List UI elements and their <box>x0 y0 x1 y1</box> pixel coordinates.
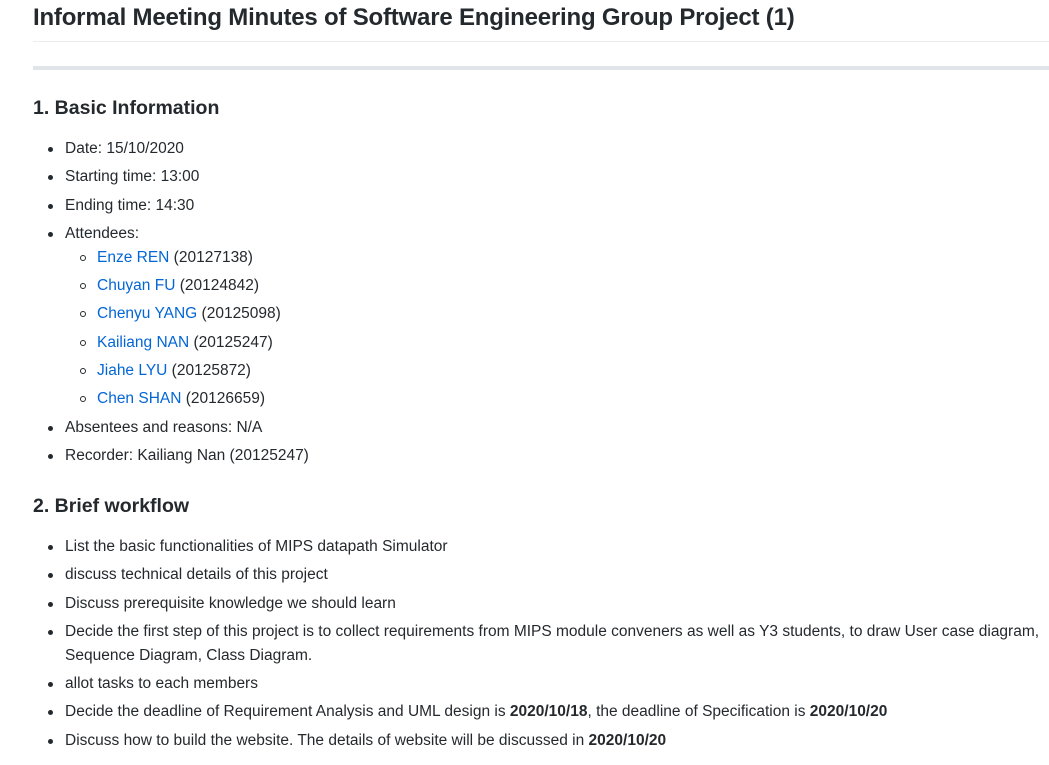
website-text: Discuss how to build the website. The de… <box>65 731 589 749</box>
attendee-item: Chen SHAN (20126659) <box>65 387 1043 411</box>
deadline-text-b: , the deadline of Specification is <box>587 703 810 721</box>
basic-information-list: Date: 15/10/2020 Starting time: 13:00 En… <box>33 137 1043 472</box>
recorder-item: Recorder: Kailiang Nan (20125247) <box>33 444 1043 468</box>
workflow-item: List the basic functionalities of MIPS d… <box>33 535 1043 559</box>
attendee-link[interactable]: Jiahe LYU <box>97 362 167 379</box>
attendee-link[interactable]: Kailiang NAN <box>97 334 189 351</box>
ending-time-item: Ending time: 14:30 <box>33 194 1043 218</box>
deadline-date-1: 2020/10/18 <box>509 703 588 721</box>
attendee-link[interactable]: Enze REN <box>97 249 169 266</box>
attendee-item: Jiahe LYU (20125872) <box>65 359 1043 383</box>
attendee-item: Chuyan FU (20124842) <box>65 274 1043 298</box>
attendee-id: (20124842) <box>175 277 259 295</box>
attendee-id: (20126659) <box>181 390 266 408</box>
horizontal-rule <box>33 66 1049 70</box>
workflow-list: List the basic functionalities of MIPS d… <box>33 535 1043 757</box>
attendee-item: Enze REN (20127138) <box>65 246 1043 270</box>
workflow-item: Discuss prerequisite knowledge we should… <box>33 592 1043 616</box>
attendees-label: Attendees: <box>65 224 140 242</box>
attendee-id: (20125098) <box>197 305 281 323</box>
website-date: 2020/10/20 <box>588 731 667 749</box>
workflow-item: allot tasks to each members <box>33 672 1043 696</box>
page-title: Informal Meeting Minutes of Software Eng… <box>33 4 795 31</box>
deadline-text-a: Decide the deadline of Requirement Analy… <box>65 703 510 721</box>
document: Informal Meeting Minutes of Software Eng… <box>0 0 1049 765</box>
workflow-item: discuss technical details of this projec… <box>33 563 1043 587</box>
workflow-item: Decide the first step of this project is… <box>33 620 1043 668</box>
attendee-id: (20125247) <box>189 333 273 351</box>
title-underline <box>33 41 1049 42</box>
attendee-id: (20125872) <box>167 362 251 380</box>
absentees-item: Absentees and reasons: N/A <box>33 416 1043 440</box>
attendee-link[interactable]: Chenyu YANG <box>97 305 197 322</box>
attendee-item: Chenyu YANG (20125098) <box>65 302 1043 326</box>
section-heading-basic-information: 1. Basic Information <box>33 97 220 119</box>
deadline-date-2: 2020/10/20 <box>809 703 888 721</box>
attendees-list: Enze REN (20127138) Chuyan FU (20124842)… <box>65 246 1043 411</box>
attendee-item: Kailiang NAN (20125247) <box>65 331 1043 355</box>
attendees-item: Attendees: Enze REN (20127138) Chuyan FU… <box>33 222 1043 411</box>
workflow-item-deadline: Decide the deadline of Requirement Analy… <box>33 700 1043 724</box>
attendee-id: (20127138) <box>169 248 253 266</box>
attendee-link[interactable]: Chuyan FU <box>97 277 175 294</box>
date-item: Date: 15/10/2020 <box>33 137 1043 161</box>
workflow-item-website: Discuss how to build the website. The de… <box>33 729 1043 753</box>
section-heading-brief-workflow: 2. Brief workflow <box>33 495 190 517</box>
attendee-link[interactable]: Chen SHAN <box>97 390 181 407</box>
starting-time-item: Starting time: 13:00 <box>33 165 1043 189</box>
